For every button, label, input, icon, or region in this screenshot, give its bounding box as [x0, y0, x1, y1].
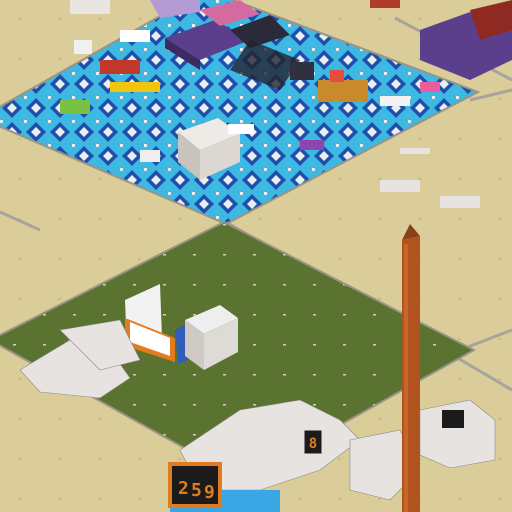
- scoreboard-digit-1: 2: [178, 478, 189, 499]
- isometric-world: 8 2 5 9: [0, 0, 512, 512]
- small-sign: 8: [303, 429, 323, 455]
- scoreboard-icon: 2 5 9: [168, 462, 222, 508]
- small-sign-digit: 8: [309, 436, 317, 452]
- scoreboard-digit-3: 9: [204, 482, 215, 503]
- scoreboard-digit-2: 5: [191, 480, 202, 501]
- tower: [402, 224, 420, 512]
- game-viewport[interactable]: 8 2 5 9: [0, 0, 512, 512]
